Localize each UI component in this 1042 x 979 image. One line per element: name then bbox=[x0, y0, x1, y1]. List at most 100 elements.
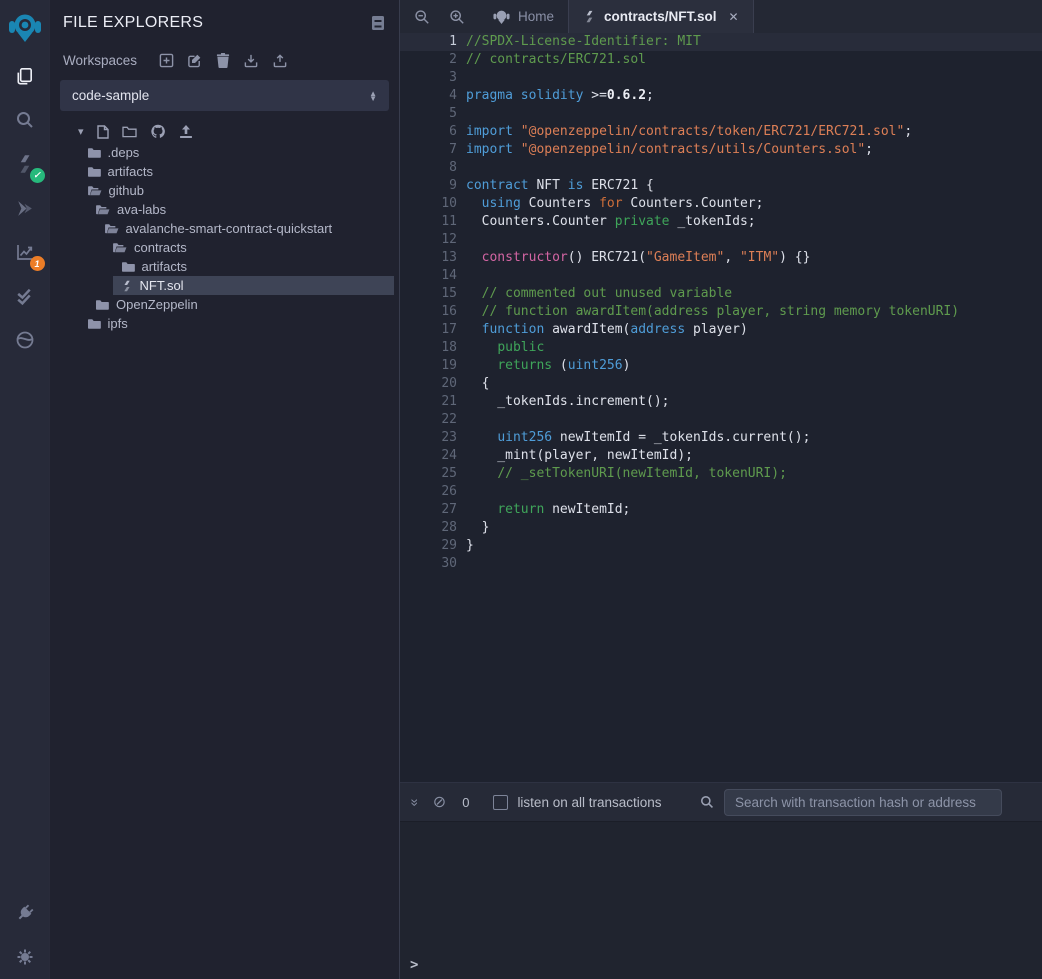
tree-item-github[interactable]: github bbox=[50, 181, 399, 200]
tree-item-label: artifacts bbox=[108, 162, 154, 181]
search-icon bbox=[15, 110, 35, 130]
tree-item-artifacts[interactable]: artifacts bbox=[50, 162, 399, 181]
line-number: 16 bbox=[400, 303, 457, 321]
tab-home[interactable]: Home bbox=[479, 0, 568, 33]
line-content bbox=[457, 267, 466, 285]
clear-console-icon[interactable]: ⊘ bbox=[433, 792, 446, 812]
code-line-18[interactable]: 18 public bbox=[400, 339, 1042, 357]
code-line-23[interactable]: 23 uint256 newItemId = _tokenIds.current… bbox=[400, 429, 1042, 447]
code-line-2[interactable]: 2// contracts/ERC721.sol bbox=[400, 51, 1042, 69]
remix-home-icon bbox=[493, 8, 510, 25]
sidebar-item-plugin-sphere[interactable] bbox=[0, 318, 50, 362]
line-content: Counters.Counter private _tokenIds; bbox=[457, 213, 756, 231]
tree-item-openzeppelin[interactable]: OpenZeppelin bbox=[50, 295, 399, 314]
folder-open-icon bbox=[112, 242, 127, 254]
zoom-in-icon[interactable] bbox=[449, 9, 465, 25]
line-content: return newItemId; bbox=[457, 501, 630, 519]
line-number: 10 bbox=[400, 195, 457, 213]
code-line-14[interactable]: 14 bbox=[400, 267, 1042, 285]
publish-gist-icon[interactable] bbox=[179, 125, 193, 139]
zoom-out-icon[interactable] bbox=[414, 9, 430, 25]
code-line-15[interactable]: 15 // commented out unused variable bbox=[400, 285, 1042, 303]
line-content: //SPDX-License-Identifier: MIT bbox=[457, 33, 701, 51]
line-number: 27 bbox=[400, 501, 457, 519]
code-line-12[interactable]: 12 bbox=[400, 231, 1042, 249]
code-line-24[interactable]: 24 _mint(player, newItemId); bbox=[400, 447, 1042, 465]
new-file-icon[interactable] bbox=[97, 125, 109, 139]
code-line-7[interactable]: 7import "@openzeppelin/contracts/utils/C… bbox=[400, 141, 1042, 159]
line-number: 3 bbox=[400, 69, 457, 87]
code-line-22[interactable]: 22 bbox=[400, 411, 1042, 429]
code-editor[interactable]: 1//SPDX-License-Identifier: MIT2// contr… bbox=[400, 33, 1042, 782]
download-workspaces-icon[interactable] bbox=[243, 53, 259, 68]
code-line-21[interactable]: 21 _tokenIds.increment(); bbox=[400, 393, 1042, 411]
code-line-8[interactable]: 8 bbox=[400, 159, 1042, 177]
tab-nft-sol[interactable]: contracts/NFT.sol ✕ bbox=[568, 0, 754, 33]
code-line-29[interactable]: 29} bbox=[400, 537, 1042, 555]
close-tab-icon[interactable]: ✕ bbox=[729, 10, 739, 24]
terminal-output[interactable]: > bbox=[400, 822, 1042, 979]
rename-workspace-icon[interactable] bbox=[187, 53, 203, 68]
select-arrows-icon: ▲ ▼ bbox=[369, 91, 377, 101]
line-content bbox=[457, 105, 466, 123]
remix-logo[interactable] bbox=[0, 0, 50, 54]
sidebar-item-file-explorer[interactable] bbox=[0, 54, 50, 98]
tree-item-.deps[interactable]: .deps bbox=[50, 143, 399, 162]
code-line-6[interactable]: 6import "@openzeppelin/contracts/token/E… bbox=[400, 123, 1042, 141]
line-number: 4 bbox=[400, 87, 457, 105]
code-line-10[interactable]: 10 using Counters for Counters.Counter; bbox=[400, 195, 1042, 213]
tree-item-ipfs[interactable]: ipfs bbox=[50, 314, 399, 333]
line-number: 26 bbox=[400, 483, 457, 501]
line-content bbox=[457, 411, 466, 429]
code-line-28[interactable]: 28 } bbox=[400, 519, 1042, 537]
code-line-13[interactable]: 13 constructor() ERC721("GameItem", "ITM… bbox=[400, 249, 1042, 267]
code-line-30[interactable]: 30 bbox=[400, 555, 1042, 573]
book-icon[interactable] bbox=[371, 15, 385, 31]
line-content: // commented out unused variable bbox=[457, 285, 732, 303]
workspace-select[interactable]: code-sample ▲ ▼ bbox=[60, 80, 389, 111]
sidebar-item-settings[interactable] bbox=[0, 935, 50, 979]
create-workspace-icon[interactable] bbox=[159, 53, 174, 68]
code-line-17[interactable]: 17 function awardItem(address player) bbox=[400, 321, 1042, 339]
sidebar-item-plugin-manager[interactable] bbox=[0, 891, 50, 935]
line-number: 30 bbox=[400, 555, 457, 573]
code-line-27[interactable]: 27 return newItemId; bbox=[400, 501, 1042, 519]
line-content: { bbox=[457, 375, 489, 393]
sidebar-item-deploy-run[interactable] bbox=[0, 186, 50, 230]
tree-item-ava-labs[interactable]: ava-labs bbox=[50, 200, 399, 219]
folder-icon bbox=[121, 261, 135, 273]
code-line-20[interactable]: 20 { bbox=[400, 375, 1042, 393]
sidebar-item-solidity-compiler[interactable]: ✓ bbox=[0, 142, 50, 186]
terminal-search-input[interactable] bbox=[724, 789, 1002, 816]
upload-workspaces-icon[interactable] bbox=[272, 53, 288, 68]
code-line-9[interactable]: 9contract NFT is ERC721 { bbox=[400, 177, 1042, 195]
collapse-tree-icon[interactable]: ▾ bbox=[78, 125, 84, 138]
tree-item-label: artifacts bbox=[142, 257, 188, 276]
sidebar-item-search[interactable] bbox=[0, 98, 50, 142]
collapse-terminal-icon[interactable]: » bbox=[407, 799, 423, 806]
code-line-4[interactable]: 4pragma solidity >=0.6.2; bbox=[400, 87, 1042, 105]
sidebar-item-unit-testing[interactable] bbox=[0, 274, 50, 318]
code-line-19[interactable]: 19 returns (uint256) bbox=[400, 357, 1042, 375]
line-number: 8 bbox=[400, 159, 457, 177]
tree-item-contracts[interactable]: contracts bbox=[50, 238, 399, 257]
new-folder-icon[interactable] bbox=[122, 125, 137, 138]
tree-item-artifacts[interactable]: artifacts bbox=[50, 257, 399, 276]
github-clone-icon[interactable] bbox=[150, 124, 166, 139]
line-content: import "@openzeppelin/contracts/token/ER… bbox=[457, 123, 912, 141]
delete-workspace-icon[interactable] bbox=[216, 53, 230, 68]
code-line-11[interactable]: 11 Counters.Counter private _tokenIds; bbox=[400, 213, 1042, 231]
solidity-file-icon bbox=[583, 9, 596, 24]
sphere-icon bbox=[15, 330, 35, 350]
line-content: function awardItem(address player) bbox=[457, 321, 748, 339]
code-line-25[interactable]: 25 // _setTokenURI(newItemId, tokenURI); bbox=[400, 465, 1042, 483]
code-line-26[interactable]: 26 bbox=[400, 483, 1042, 501]
code-line-5[interactable]: 5 bbox=[400, 105, 1042, 123]
tree-item-nft.sol[interactable]: NFT.sol bbox=[50, 276, 399, 295]
code-line-16[interactable]: 16 // function awardItem(address player,… bbox=[400, 303, 1042, 321]
sidebar-item-statistics[interactable]: 1 bbox=[0, 230, 50, 274]
listen-transactions-checkbox[interactable] bbox=[493, 795, 508, 810]
code-line-3[interactable]: 3 bbox=[400, 69, 1042, 87]
code-line-1[interactable]: 1//SPDX-License-Identifier: MIT bbox=[400, 33, 1042, 51]
tree-item-avalanche-smart-contract-quickstart[interactable]: avalanche-smart-contract-quickstart bbox=[50, 219, 399, 238]
